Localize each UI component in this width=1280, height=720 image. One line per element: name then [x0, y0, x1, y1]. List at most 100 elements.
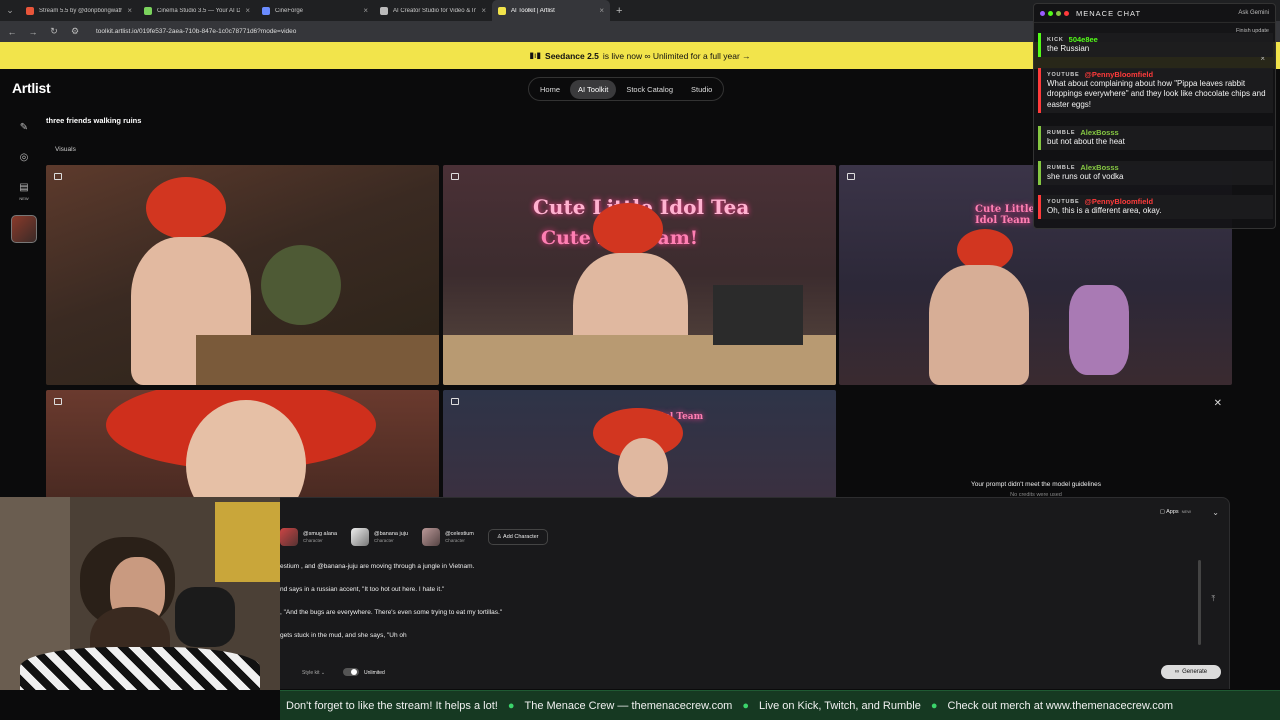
chat-message: KICK 504e8ee the Russian — [1038, 33, 1273, 58]
prompt-text-line[interactable]: nd says in a russian accent, "It too hot… — [280, 586, 444, 593]
error-title: Your prompt didn't meet the model guidel… — [971, 481, 1101, 488]
chat-message: YOUTUBE @PennyBloomfield What about compl… — [1038, 68, 1273, 114]
unlimited-label: Unlimited — [364, 670, 385, 676]
library-item[interactable]: ▤ NEW — [16, 180, 32, 201]
chat-text: the Russian — [1047, 44, 1090, 53]
project-thumbnail[interactable] — [11, 215, 37, 243]
browser-tab[interactable]: CineForge × — [256, 0, 374, 21]
apps-button[interactable]: ▢ Apps NEW — [1160, 509, 1191, 515]
tab-favicon-icon — [144, 6, 152, 15]
avatar — [422, 528, 441, 546]
face-shape — [618, 438, 668, 498]
tab-close-icon[interactable]: × — [599, 6, 604, 15]
tab-favicon-icon — [498, 6, 506, 15]
character-chip[interactable]: @celestium Character — [422, 528, 474, 546]
video-icon — [451, 398, 459, 405]
apps-label: Apps — [1166, 509, 1179, 515]
tab-title: Cinema Studio 3.5 — Your AI D — [157, 7, 241, 14]
tab-search-icon[interactable]: ⌄ — [0, 5, 20, 16]
browser-tab[interactable]: Stream 5.5 by @donpbongwath × — [20, 0, 138, 21]
nav-ai-toolkit[interactable]: AI Toolkit — [570, 79, 617, 99]
ticker-separator-icon: ● — [742, 699, 750, 712]
frog-figure-shape — [261, 245, 341, 325]
tab-title: AI Toolkit | Artlist — [511, 7, 555, 14]
chat-username: @PennyBloomfield — [1084, 70, 1154, 79]
expand-icon[interactable]: ⤒ — [1211, 594, 1215, 604]
close-icon[interactable]: ✕ — [1214, 398, 1222, 409]
prompt-text-line[interactable]: gets stuck in the mud, and she says, "Uh… — [280, 632, 407, 639]
ticker-message: The Menace Crew — themenacecrew.com — [524, 699, 733, 712]
ticker-message: Don't forget to like the stream! It help… — [286, 699, 498, 712]
chat-text: she runs out of vodka — [1047, 172, 1124, 181]
tab-close-icon[interactable]: × — [363, 6, 368, 15]
prompt-text-line[interactable]: , "And the bugs are everywhere. There's … — [280, 609, 502, 616]
scrollbar[interactable] — [1198, 560, 1201, 645]
chat-username: 504e8ee — [1068, 35, 1098, 44]
edit-icon[interactable]: ✎ — [16, 120, 32, 136]
figure-body-shape — [929, 265, 1029, 385]
chat-platform: KICK — [1047, 36, 1064, 43]
tab-favicon-icon — [26, 6, 34, 15]
style-kit-label: Style kit — [302, 670, 320, 676]
chevron-down-icon[interactable]: ⌄ — [1212, 508, 1219, 517]
video-icon — [847, 173, 855, 180]
chat-text: but not about the heat — [1047, 137, 1125, 146]
chat-dot-icon — [1048, 10, 1053, 16]
character-chip[interactable]: @smug alana Character — [280, 528, 337, 546]
chat-platform: YOUTUBE — [1047, 71, 1080, 78]
chat-dot-icon — [1056, 10, 1061, 16]
ticker-separator-icon: ● — [507, 699, 515, 712]
tab-close-icon[interactable]: × — [127, 6, 132, 15]
browser-tab-active[interactable]: AI Toolkit | Artlist × — [492, 0, 610, 21]
seated-figure-shape — [1069, 285, 1129, 375]
tab-title: Stream 5.5 by @donpbongwath — [39, 7, 123, 14]
folder-icon: ▤ — [19, 182, 29, 193]
microphone-shape — [175, 587, 235, 647]
new-tab-icon[interactable]: + — [610, 5, 628, 17]
generated-image-5[interactable]: Little Idol Team — [443, 390, 836, 498]
nav-home[interactable]: Home — [532, 80, 568, 99]
ticker-message: Live on Kick, Twitch, and Rumble — [759, 699, 921, 712]
tab-favicon-icon — [380, 6, 388, 15]
add-character-button[interactable]: ♙ Add Character — [487, 529, 548, 545]
style-kit-button[interactable]: Style kit ⌄ — [302, 670, 325, 676]
apps-new-badge: NEW — [1181, 509, 1191, 514]
webcam-feed — [0, 497, 280, 690]
generate-button[interactable]: ∞ Generate — [1161, 665, 1221, 679]
url-field[interactable]: toolkit.artlist.io/019fe537-2aea-710b-84… — [96, 28, 296, 35]
generated-image-2[interactable]: Cute Little Idol Tea Cute rle Team! — [443, 165, 836, 385]
prompt-text-line[interactable]: estium , and @banana-juju are moving thr… — [280, 563, 474, 570]
tab-close-icon[interactable]: × — [245, 6, 250, 15]
forward-icon[interactable]: → — [27, 27, 39, 37]
character-name: @banana juju — [374, 531, 409, 538]
tab-close-icon[interactable]: × — [481, 6, 486, 15]
table-shape — [196, 335, 439, 385]
site-info-icon[interactable]: ⚙ — [69, 26, 81, 37]
compass-icon[interactable]: ◎ — [16, 150, 32, 166]
stream-chat-overlay: MENACE CHAT Ask Gemini Finish update × K… — [1033, 3, 1276, 229]
nav-studio[interactable]: Studio — [683, 80, 720, 99]
generated-image-4[interactable] — [46, 390, 439, 498]
chat-header: MENACE CHAT Ask Gemini — [1034, 4, 1275, 23]
back-icon[interactable]: ← — [6, 27, 18, 37]
character-chip[interactable]: @banana juju Character — [351, 528, 408, 546]
video-icon — [54, 398, 62, 405]
chat-platform: RUMBLE — [1047, 164, 1076, 171]
project-title[interactable]: three friends walking ruins — [46, 116, 141, 125]
banner-text: is live now ∞ Unlimited for a full year … — [602, 50, 751, 61]
browser-tab[interactable]: AI Creator Studio for Video & In × — [374, 0, 492, 21]
unlimited-toggle[interactable] — [343, 668, 359, 676]
ask-gemini-label[interactable]: Ask Gemini — [1238, 10, 1269, 16]
chat-username: AlexBosss — [1080, 128, 1119, 137]
character-type: Character — [374, 537, 394, 543]
ticker-separator-icon: ● — [930, 699, 938, 712]
left-rail: ✎ ◎ ▤ NEW — [10, 120, 38, 243]
artlist-logo[interactable]: Artlist — [12, 80, 51, 96]
browser-tab[interactable]: Cinema Studio 3.5 — Your AI D × — [138, 0, 256, 21]
tab-favicon-icon — [262, 6, 270, 15]
generated-image-1[interactable] — [46, 165, 439, 385]
nav-stock-catalog[interactable]: Stock Catalog — [618, 80, 681, 99]
reload-icon[interactable]: ↻ — [48, 26, 60, 37]
chat-title: MENACE CHAT — [1076, 8, 1142, 18]
video-icon — [451, 173, 459, 180]
